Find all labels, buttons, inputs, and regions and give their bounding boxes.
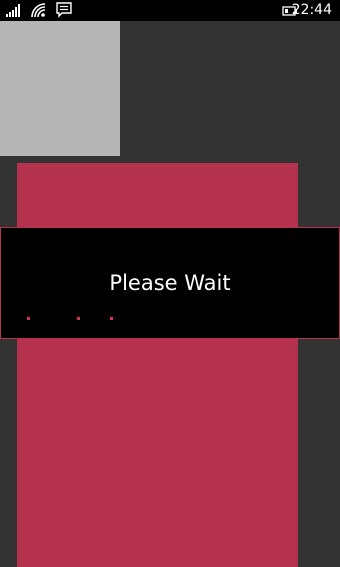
progress-dot [110, 317, 113, 320]
signal-strength-icon [6, 4, 20, 17]
notification-message-icon[interactable] [56, 2, 72, 18]
progress-indicator [1, 317, 339, 321]
progress-dot [27, 317, 30, 320]
please-wait-dialog: Please Wait [0, 227, 340, 339]
gray-tile [0, 21, 120, 156]
wifi-icon [31, 3, 46, 18]
status-bar: 22:44 [0, 0, 340, 21]
progress-dot [77, 317, 80, 320]
status-time: 22:44 [291, 2, 332, 18]
dialog-title: Please Wait [109, 271, 231, 295]
accent-tile [17, 163, 298, 567]
